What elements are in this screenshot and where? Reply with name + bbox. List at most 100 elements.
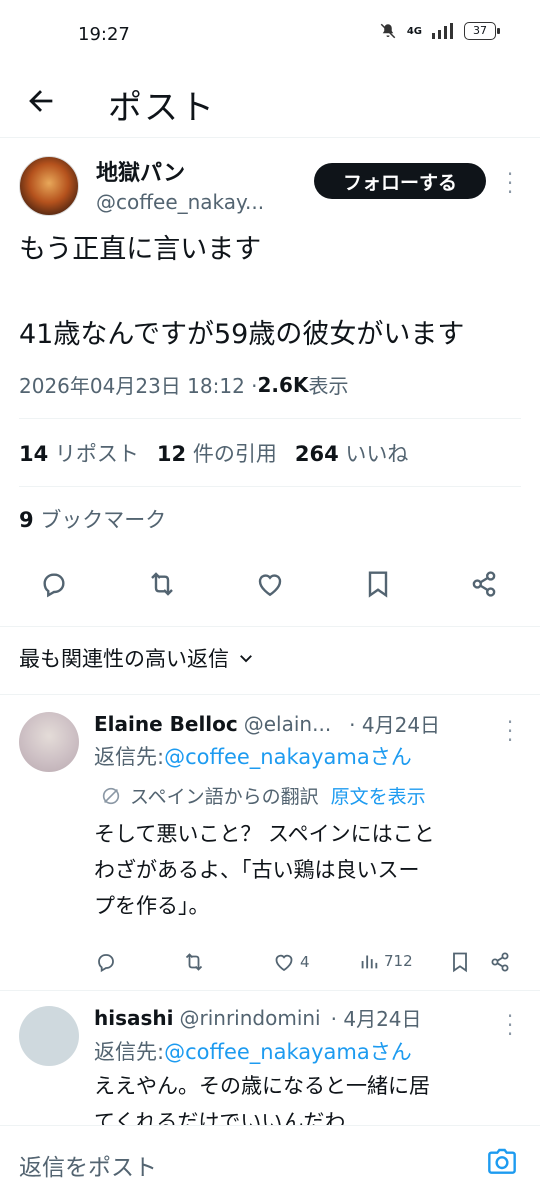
back-button[interactable]: [24, 84, 58, 118]
reply-author-handle[interactable]: @rinrindomini: [180, 1006, 321, 1030]
reply-author-name[interactable]: Elaine Belloc: [94, 712, 238, 736]
divider: [0, 990, 540, 991]
page-title: ポスト: [108, 88, 216, 128]
reposts-count: 14: [19, 442, 49, 466]
reply-text: そして悪いこと？ スペインにはこと わざがあるよ、「古い鶏は良いスー プを作る」…: [94, 816, 435, 924]
sort-label: 最も関連性の高い返信: [19, 647, 229, 671]
engagement-stats: 14 リポスト 12 件の引用 264 いいね: [19, 438, 408, 468]
reply-actions: 4 712: [0, 950, 540, 980]
divider: [0, 694, 540, 695]
analytics-icon: [361, 955, 378, 969]
reply-button[interactable]: [38, 568, 70, 600]
quotes-label: 件の引用: [192, 442, 277, 466]
camera-icon: [488, 1148, 516, 1174]
share-icon: [491, 952, 509, 972]
reply-header: hisashi @rinrindomini · 4月24日: [94, 1003, 422, 1032]
views-count: 2.6K: [257, 372, 309, 397]
quotes-stat[interactable]: 12 件の引用: [157, 438, 277, 468]
post-meta: 2026年04月23日 18:12 · 2.6K 表示: [19, 370, 348, 399]
like-button[interactable]: [254, 568, 286, 600]
reply-to-prefix: 返信先:: [94, 745, 165, 769]
reply-more-icon[interactable]: · · ·: [505, 712, 515, 750]
status-bar: 19:27 4G 37: [0, 0, 540, 68]
reply-reply-button[interactable]: [94, 950, 118, 974]
author-avatar[interactable]: [19, 156, 79, 216]
post-text-spacer: [19, 270, 529, 315]
arrow-left-icon: [29, 90, 53, 112]
reply-to-link[interactable]: @coffee_nakayamaさん: [164, 1036, 412, 1066]
reply-bookmark-button[interactable]: [448, 950, 472, 974]
reply-author-name[interactable]: hisashi: [94, 1006, 174, 1030]
repost-icon: [185, 953, 203, 971]
post-actions: [0, 568, 540, 608]
heart-icon: [258, 574, 282, 597]
post-text-line: もう正直に言います: [19, 234, 262, 265]
show-original-link[interactable]: 原文を表示: [331, 782, 426, 809]
reply-to: 返信先: @coffee_nakayamaさん: [94, 741, 412, 771]
likes-stat[interactable]: 264 いいね: [295, 438, 409, 468]
likes-label: いいね: [345, 442, 409, 466]
reply-sort-dropdown[interactable]: 最も関連性の高い返信: [19, 643, 255, 673]
reply-text-line: そして悪いこと？ スペインにはこと: [94, 822, 435, 846]
reply-text-line: わざがあるよ、「古い鶏は良いスー: [94, 858, 420, 882]
reply-like-button[interactable]: 4: [272, 950, 310, 974]
author-handle[interactable]: @coffee_nakay...: [96, 190, 264, 214]
reply-avatar[interactable]: [19, 1006, 79, 1066]
reply-views-button[interactable]: 712: [358, 950, 413, 972]
share-icon: [472, 571, 496, 597]
reply-icon: [98, 954, 114, 973]
divider: [19, 486, 521, 487]
bookmark-button[interactable]: [362, 568, 394, 600]
mute-icon: [380, 23, 396, 39]
camera-button[interactable]: [486, 1146, 518, 1178]
top-header: ポスト: [0, 68, 540, 138]
reply-to-link[interactable]: @coffee_nakayamaさん: [164, 741, 412, 771]
reply-views-count: 712: [384, 952, 413, 970]
translation-row: スペイン語からの翻訳 原文を表示: [100, 782, 426, 809]
battery-icon: 37: [464, 22, 500, 40]
reply-icon: [43, 573, 65, 598]
divider: [0, 626, 540, 627]
post-timestamp: 2026年04月23日 18:12 ·: [19, 374, 258, 398]
reply-author-handle[interactable]: @elain...: [244, 712, 331, 736]
reply-date: · 4月24日: [349, 713, 441, 737]
translated-from: スペイン語からの翻訳: [130, 786, 319, 808]
reply-header: Elaine Belloc @elain... · 4月24日: [94, 709, 440, 738]
divider: [19, 418, 521, 419]
reply-avatar[interactable]: [19, 712, 79, 772]
quotes-count: 12: [156, 442, 187, 466]
author-name[interactable]: 地獄パン: [96, 155, 185, 187]
reply-text-line: ええやん。その歳になると一緒に居: [94, 1074, 430, 1098]
bookmarks-label: ブックマーク: [40, 508, 167, 532]
battery-level: 37: [473, 24, 487, 37]
chevron-down-icon: [240, 655, 252, 663]
compose-placeholder[interactable]: 返信をポスト: [19, 1148, 157, 1182]
status-icons: 4G 37: [379, 22, 500, 40]
reply-to-prefix: 返信先:: [94, 1040, 165, 1064]
post-text-line: 41歳なんですが59歳の彼女がいます: [19, 319, 465, 350]
reply-text-line: プを作る」。: [94, 894, 210, 918]
status-time: 19:27: [78, 24, 130, 45]
follow-button[interactable]: フォローする: [314, 163, 486, 199]
post-more-icon[interactable]: · · ·: [505, 164, 515, 202]
reply-date: · 4月24日: [330, 1007, 422, 1031]
reply-more-icon[interactable]: · · ·: [505, 1006, 515, 1044]
reply-repost-button[interactable]: [182, 950, 206, 974]
post-text: もう正直に言います 41歳なんですが59歳の彼女がいます: [19, 230, 529, 355]
signal-icon: [432, 23, 453, 39]
repost-button[interactable]: [146, 568, 178, 600]
reposts-label: リポスト: [54, 442, 139, 466]
reposts-stat[interactable]: 14 リポスト: [19, 438, 139, 468]
reply-share-button[interactable]: [488, 950, 512, 974]
views-label: 表示: [308, 374, 349, 398]
repost-icon: [151, 572, 173, 596]
heart-icon: [275, 954, 293, 972]
bookmarks-stat[interactable]: 9 ブックマーク: [19, 504, 166, 534]
bookmarks-count: 9: [19, 508, 34, 532]
compose-bar[interactable]: 返信をポスト: [0, 1125, 540, 1199]
network-label: 4G: [406, 25, 422, 37]
bookmark-icon: [453, 952, 467, 973]
share-button[interactable]: [468, 568, 500, 600]
reply-like-count: 4: [300, 953, 310, 971]
likes-count: 264: [294, 442, 339, 466]
